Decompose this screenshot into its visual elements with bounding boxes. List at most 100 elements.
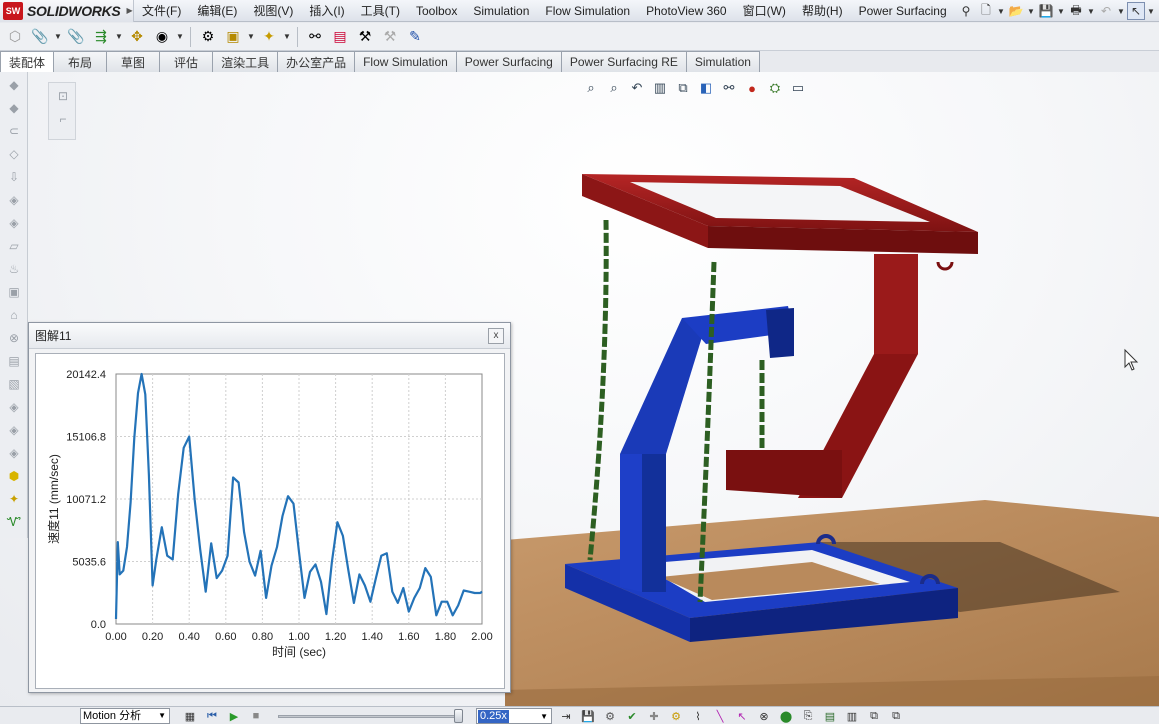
play-icon[interactable]: ▶ bbox=[226, 708, 242, 724]
tab-flow-simulation[interactable]: Flow Simulation bbox=[354, 51, 457, 72]
spring-tool-icon[interactable]: ⌇ bbox=[690, 708, 706, 724]
motion-study-properties-icon[interactable]: ▤ bbox=[822, 708, 838, 724]
timeline-slider-thumb[interactable] bbox=[454, 709, 463, 723]
display-style-icon[interactable]: ◧ bbox=[697, 79, 715, 97]
menu-view[interactable]: 视图(V) bbox=[245, 0, 301, 22]
paperclip-icon[interactable]: 📎 bbox=[65, 26, 87, 48]
timeline-slider-track[interactable] bbox=[278, 715, 462, 718]
open-folder-icon[interactable]: 📂 bbox=[1007, 2, 1025, 20]
tool-icon-5[interactable]: ⇩ bbox=[3, 167, 25, 187]
pattern-dropdown-icon[interactable]: ▼ bbox=[115, 32, 123, 41]
stop-icon[interactable]: ■ bbox=[248, 708, 264, 724]
hide-show-icon[interactable]: ⚯ bbox=[720, 79, 738, 97]
new-motion-study-icon[interactable]: ✦ bbox=[258, 26, 280, 48]
linear-pattern-icon[interactable]: ⇶ bbox=[90, 26, 112, 48]
gravity-icon[interactable]: ✦ bbox=[3, 489, 25, 509]
motion-dropdown-icon[interactable]: ▼ bbox=[283, 32, 291, 41]
open-dropdown-icon[interactable]: ▼ bbox=[1027, 7, 1035, 16]
mate-icon[interactable]: 📎 bbox=[29, 26, 51, 48]
study-type-select[interactable]: Motion 分析 ▼ bbox=[80, 708, 170, 724]
tool-icon-12[interactable]: ⊗ bbox=[3, 328, 25, 348]
plot-window-titlebar[interactable]: 图解11 x bbox=[29, 323, 510, 349]
results-plot-window[interactable]: 图解11 x 0.00 0.20 0.40 0.60 0.80 1.00 1.20 1.40 1… bbox=[28, 322, 511, 693]
zoom-to-fit-icon[interactable]: ⌕ bbox=[582, 79, 600, 97]
edit-appearance-icon[interactable]: ● bbox=[743, 79, 761, 97]
menu-power-surfacing[interactable]: Power Surfacing bbox=[851, 0, 955, 22]
tool-icon-3[interactable]: ⊂ bbox=[3, 121, 25, 141]
menu-tools[interactable]: 工具(T) bbox=[353, 0, 408, 22]
playback-mode-icon[interactable]: ⇥ bbox=[558, 708, 574, 724]
menu-insert[interactable]: 插入(I) bbox=[301, 0, 352, 22]
view-toggle-2-icon[interactable]: ⧉ bbox=[888, 708, 904, 724]
tool-icon-16[interactable]: ◈ bbox=[3, 420, 25, 440]
motor-icon[interactable]: ⚙ bbox=[668, 708, 684, 724]
tool-icon-10[interactable]: ▣ bbox=[3, 282, 25, 302]
step-tool-icon[interactable]: ⌐ bbox=[52, 109, 74, 129]
tool-icon-6[interactable]: ◈ bbox=[3, 190, 25, 210]
solidworks-logo[interactable]: SW SOLIDWORKS ▶ bbox=[0, 0, 134, 22]
add-key-icon[interactable]: ✚ bbox=[646, 708, 662, 724]
tab-office-products[interactable]: 办公室产品 bbox=[277, 51, 356, 72]
insert-components-icon[interactable]: ⬡ bbox=[4, 26, 26, 48]
tab-evaluate[interactable]: 评估 bbox=[159, 51, 214, 72]
tab-power-surfacing-re[interactable]: Power Surfacing RE bbox=[560, 51, 687, 72]
select-dropdown-icon[interactable]: ▼ bbox=[1147, 7, 1155, 16]
move-component-icon[interactable]: ✥ bbox=[126, 26, 148, 48]
menu-simulation[interactable]: Simulation bbox=[465, 0, 537, 22]
tool-icon-7[interactable]: ◈ bbox=[3, 213, 25, 233]
tool-icon-9[interactable]: ♨ bbox=[3, 259, 25, 279]
autokey-icon[interactable]: ✔ bbox=[624, 708, 640, 724]
save-dropdown-icon[interactable]: ▼ bbox=[1057, 7, 1065, 16]
tool-icon-4[interactable]: ◇ bbox=[3, 144, 25, 164]
assembly-features-icon[interactable]: ⚙ bbox=[197, 26, 219, 48]
playback-speed-select[interactable]: 0.25x ▼ bbox=[476, 708, 552, 724]
tool-icon-14[interactable]: ▧ bbox=[3, 374, 25, 394]
contact-tool-icon[interactable]: ⊗ bbox=[756, 708, 772, 724]
spring-icon[interactable]: Ꮙ bbox=[3, 512, 25, 532]
contact-icon[interactable]: ⬢ bbox=[3, 466, 25, 486]
show-hidden-icon[interactable]: ◉ bbox=[151, 26, 173, 48]
close-button[interactable]: x bbox=[488, 327, 504, 344]
sketch-tool-icon[interactable]: ⊡ bbox=[52, 86, 74, 106]
instant-3d-icon[interactable]: ✎ bbox=[404, 26, 426, 48]
tab-render-tools[interactable]: 渲染工具 bbox=[212, 51, 279, 72]
tool-icon-15[interactable]: ◈ bbox=[3, 397, 25, 417]
select-arrow-icon[interactable]: ↖ bbox=[1127, 2, 1145, 20]
reference-geometry-icon[interactable]: ▣ bbox=[222, 26, 244, 48]
tool-icon-13[interactable]: ▤ bbox=[3, 351, 25, 371]
tool-icon-11[interactable]: ⌂ bbox=[3, 305, 25, 325]
undo-icon[interactable]: ↶ bbox=[1097, 2, 1115, 20]
zoom-area-icon[interactable]: ⌕ bbox=[605, 79, 623, 97]
tab-layout[interactable]: 布局 bbox=[53, 51, 108, 72]
bill-of-materials-icon[interactable]: ⚯ bbox=[304, 26, 326, 48]
gravity-tool-icon[interactable]: ⬤ bbox=[778, 708, 794, 724]
previous-view-icon[interactable]: ↶ bbox=[628, 79, 646, 97]
tab-power-surfacing[interactable]: Power Surfacing bbox=[455, 51, 562, 72]
explode-line-sketch-icon[interactable]: ⚒ bbox=[354, 26, 376, 48]
menu-edit[interactable]: 编辑(E) bbox=[189, 0, 245, 22]
print-dropdown-icon[interactable]: ▼ bbox=[1087, 7, 1095, 16]
menu-window[interactable]: 窗口(W) bbox=[735, 0, 794, 22]
play-from-start-icon[interactable]: ⏮ bbox=[204, 708, 220, 724]
tool-icon-1[interactable]: ◆ bbox=[3, 75, 25, 95]
mate-dropdown-icon[interactable]: ▼ bbox=[54, 32, 62, 41]
view-settings-icon[interactable]: ▭ bbox=[789, 79, 807, 97]
force-icon[interactable]: ↖ bbox=[734, 708, 750, 724]
exploded-view-icon[interactable]: ▤ bbox=[329, 26, 351, 48]
new-document-icon[interactable]: 🗋 bbox=[977, 2, 995, 20]
menu-help[interactable]: 帮助(H) bbox=[794, 0, 851, 22]
tool-icon-2[interactable]: ◆ bbox=[3, 98, 25, 118]
menu-file[interactable]: 文件(F) bbox=[134, 0, 189, 22]
save-animation-icon[interactable]: 💾 bbox=[580, 708, 596, 724]
reference-dropdown-icon[interactable]: ▼ bbox=[247, 32, 255, 41]
show-dropdown-icon[interactable]: ▼ bbox=[176, 32, 184, 41]
animation-wizard-icon[interactable]: ⚙ bbox=[602, 708, 618, 724]
save-icon[interactable]: 💾 bbox=[1037, 2, 1055, 20]
interference-detection-icon[interactable]: ⚒ bbox=[379, 26, 401, 48]
tool-icon-17[interactable]: ◈ bbox=[3, 443, 25, 463]
menu-flow-simulation[interactable]: Flow Simulation bbox=[537, 0, 638, 22]
calculator-icon[interactable]: ▦ bbox=[182, 708, 198, 724]
tab-simulation[interactable]: Simulation bbox=[685, 51, 760, 72]
menu-toolbox[interactable]: Toolbox bbox=[408, 0, 465, 22]
pin-icon[interactable]: ⚲ bbox=[957, 2, 975, 20]
